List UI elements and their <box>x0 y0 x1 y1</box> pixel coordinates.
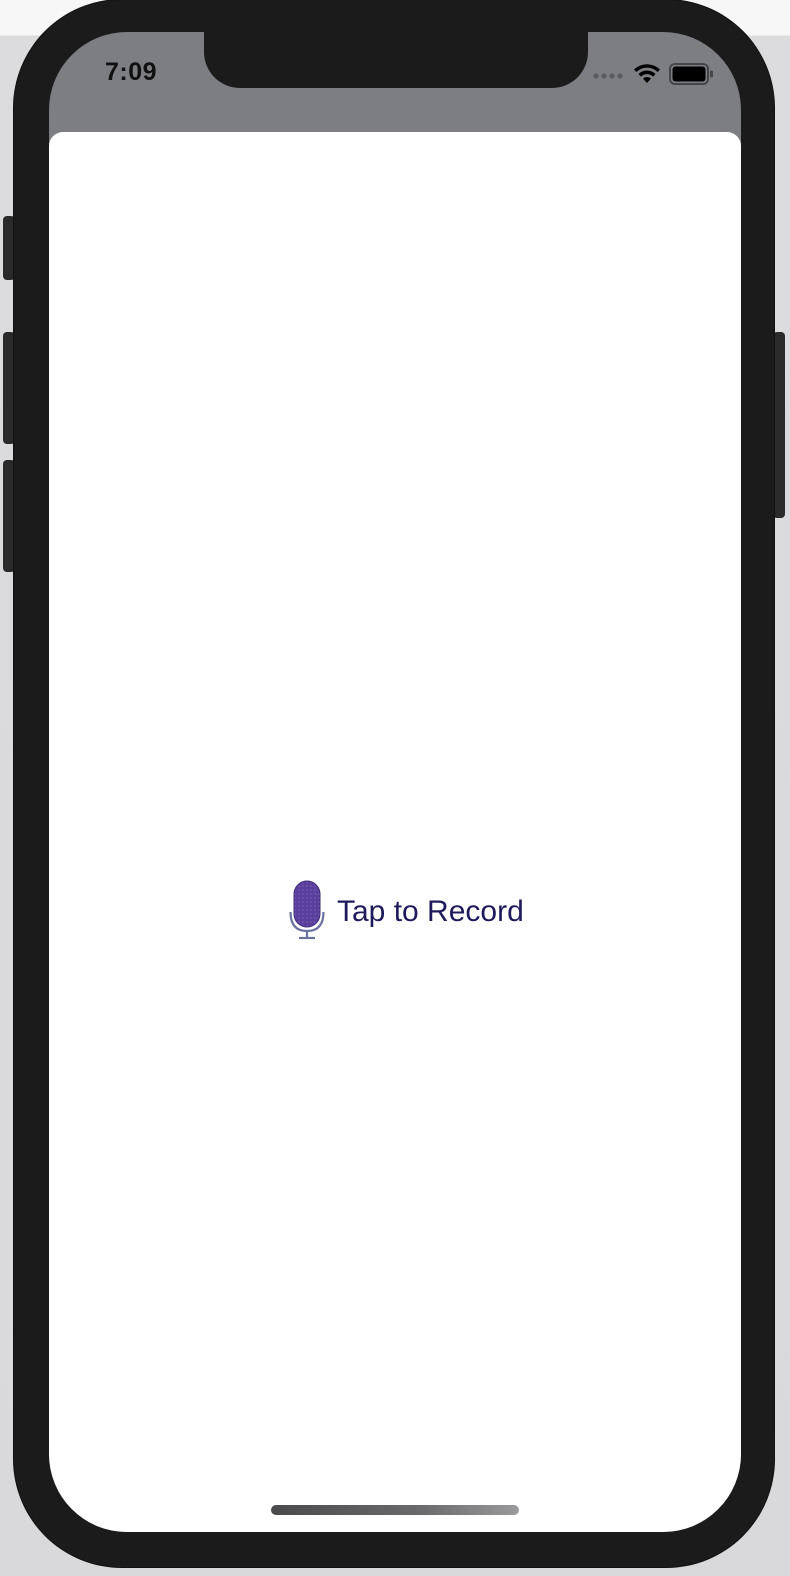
home-indicator[interactable] <box>271 1505 519 1515</box>
modal-sheet: Tap to Record <box>49 132 741 1532</box>
status-bar-time: 7:09 <box>105 58 158 86</box>
signal-dots-icon <box>593 67 625 85</box>
power-button <box>773 332 785 518</box>
status-bar-icons <box>593 62 715 90</box>
battery-icon <box>669 62 715 90</box>
device-screen: 7:09 Tap to Record <box>49 32 741 1532</box>
wifi-icon <box>633 63 661 90</box>
device-notch <box>204 32 588 88</box>
microphone-icon <box>289 880 325 945</box>
record-button[interactable]: Tap to Record <box>289 880 524 945</box>
record-button-label: Tap to Record <box>337 895 524 928</box>
device-frame: 7:09 Tap to Record <box>14 0 774 1567</box>
